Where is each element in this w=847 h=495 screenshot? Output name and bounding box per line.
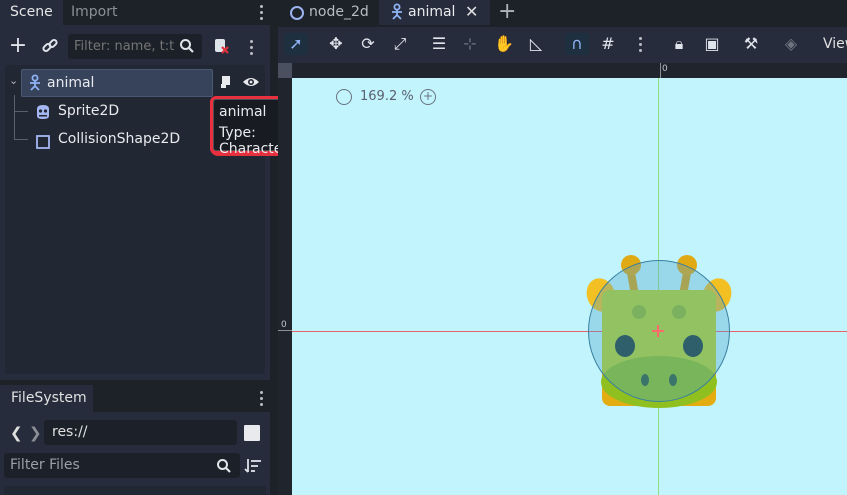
split-mode-icon[interactable] bbox=[244, 425, 260, 441]
snap-options-icon[interactable] bbox=[639, 37, 643, 55]
pivot-crosshair-icon[interactable] bbox=[652, 325, 664, 337]
visibility-eye-icon[interactable] bbox=[242, 74, 260, 90]
tab-filesystem-label: FileSystem bbox=[11, 390, 87, 406]
tree-guide-line bbox=[14, 139, 28, 140]
smart-snap-icon[interactable]: ∩ bbox=[565, 33, 589, 55]
zoom-level[interactable]: 169.2 % bbox=[360, 89, 414, 104]
tab-filesystem[interactable]: FileSystem bbox=[0, 385, 93, 412]
ruler-mode-icon[interactable]: ◺ bbox=[526, 35, 546, 53]
ruler-origin-label: 0 bbox=[662, 64, 668, 74]
zoom-out-icon[interactable] bbox=[336, 89, 352, 105]
lock-icon[interactable]: 🔒︎ bbox=[669, 35, 689, 53]
dock-splitter[interactable] bbox=[270, 0, 278, 495]
tree-item-label: animal bbox=[47, 75, 95, 91]
tooltip-name: animal bbox=[219, 104, 267, 120]
character-body-icon bbox=[388, 3, 406, 21]
pan-mode-icon[interactable]: ✋ bbox=[494, 35, 514, 53]
sort-icon[interactable] bbox=[244, 457, 262, 475]
dock-tabbar-spacer bbox=[93, 385, 270, 412]
link-icon[interactable] bbox=[40, 37, 60, 55]
tree-guide-line bbox=[14, 95, 15, 139]
tab-node-2d[interactable]: node_2d bbox=[278, 0, 378, 25]
path-field[interactable]: res:// bbox=[44, 420, 237, 445]
scale-mode-icon[interactable]: ⤢ bbox=[390, 35, 410, 53]
tab-animal[interactable]: animal ✕ bbox=[379, 0, 490, 25]
remote-script-icon[interactable] bbox=[212, 37, 230, 55]
zoom-in-icon[interactable]: + bbox=[420, 89, 436, 105]
scene-filter bbox=[68, 34, 202, 59]
rotate-mode-icon[interactable]: ⟳ bbox=[358, 35, 378, 53]
canvas-viewport[interactable]: 169.2 % + bbox=[292, 78, 847, 495]
selectable-list-icon[interactable]: ☰ bbox=[429, 35, 449, 53]
scene-dock-tabs: Scene Import bbox=[0, 0, 270, 25]
group-icon[interactable]: ▣ bbox=[702, 35, 722, 53]
tree-guide-line bbox=[14, 111, 28, 112]
add-node-icon[interactable]: + bbox=[8, 35, 28, 57]
filter-files-field[interactable]: Filter Files bbox=[4, 453, 240, 478]
tab-label: node_2d bbox=[309, 4, 369, 20]
select-mode-icon[interactable]: ➚ bbox=[284, 33, 308, 55]
sprite-icon bbox=[35, 103, 51, 119]
file-list bbox=[4, 486, 266, 495]
move-mode-icon[interactable]: ✥ bbox=[326, 35, 346, 53]
collapse-arrow-icon[interactable]: ⌄ bbox=[9, 74, 18, 87]
forward-arrow-icon[interactable]: ❯ bbox=[29, 424, 42, 442]
camera-icon[interactable]: ◈ bbox=[781, 35, 801, 53]
tree-item-label: CollisionShape2D bbox=[58, 131, 181, 147]
ruler-vertical: 0 bbox=[278, 63, 292, 495]
path-value: res:// bbox=[52, 424, 88, 440]
search-icon bbox=[216, 458, 232, 474]
filter-files-placeholder: Filter Files bbox=[10, 457, 80, 473]
pivot-icon[interactable]: ⊹ bbox=[460, 35, 480, 53]
new-tab-icon[interactable]: + bbox=[498, 0, 516, 24]
scene-dock-menu-icon[interactable] bbox=[260, 5, 264, 23]
scene-tree-menu-icon[interactable] bbox=[250, 40, 254, 58]
tree-item-animal[interactable]: animal bbox=[21, 69, 213, 97]
tab-scene[interactable]: Scene bbox=[0, 0, 63, 25]
tree-item-collisionshape2d[interactable]: CollisionShape2D bbox=[35, 126, 235, 152]
tree-item-sprite2d[interactable]: Sprite2D bbox=[35, 98, 235, 124]
tab-import[interactable]: Import bbox=[61, 0, 127, 25]
tab-label: animal bbox=[408, 4, 456, 20]
collision-shape-icon bbox=[36, 132, 50, 149]
node-circle-icon bbox=[290, 6, 304, 20]
close-icon[interactable]: ✕ bbox=[465, 0, 478, 24]
ruler-corner bbox=[278, 63, 292, 78]
tree-item-label: Sprite2D bbox=[58, 103, 120, 119]
search-icon bbox=[179, 38, 195, 54]
ruler-horizontal: 0 bbox=[278, 63, 847, 78]
ruler-left-label: 0 bbox=[281, 320, 287, 330]
back-arrow-icon[interactable]: ❮ bbox=[10, 424, 23, 442]
view-menu[interactable]: View bbox=[823, 36, 847, 52]
character-body-icon bbox=[26, 74, 44, 92]
filesystem-menu-icon[interactable] bbox=[260, 391, 264, 409]
scene-filter-input[interactable] bbox=[74, 37, 176, 55]
grid-snap-icon[interactable]: # bbox=[598, 35, 618, 53]
editor-tab-bar: node_2d animal ✕ + bbox=[278, 0, 847, 25]
bone-icon[interactable]: ⚒ bbox=[741, 35, 761, 53]
x-axis-line bbox=[292, 331, 847, 332]
canvas-toolbar: ➚ ✥ ⟳ ⤢ ☰ ⊹ ✋ ◺ ∩ # 🔒︎ ▣ ⚒ ◈ View bbox=[278, 27, 847, 63]
script-icon[interactable] bbox=[218, 74, 234, 90]
scene-dock: Scene Import + ⌄ animal bbox=[0, 0, 270, 380]
